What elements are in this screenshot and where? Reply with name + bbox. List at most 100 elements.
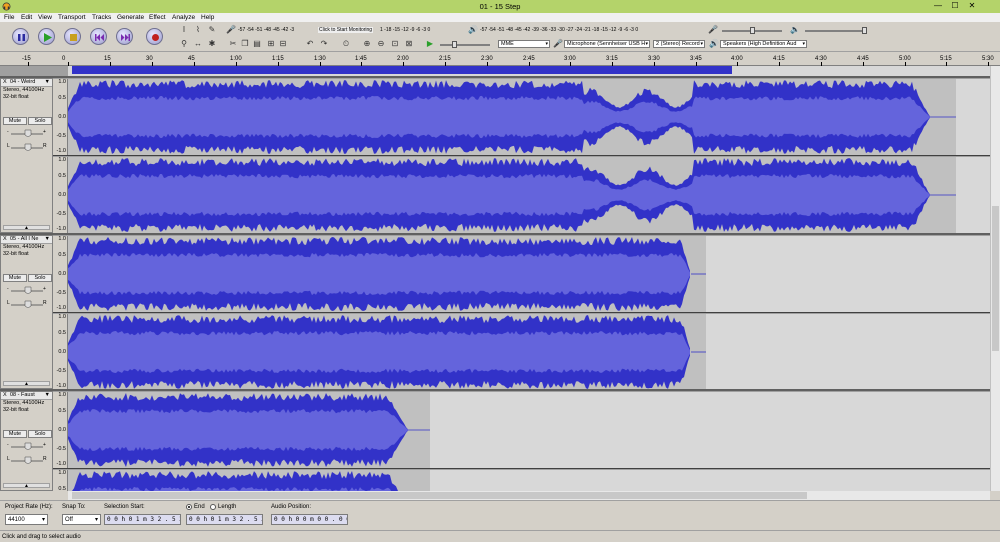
play-at-speed-icon[interactable]: ▶ [425, 39, 435, 49]
fit-selection-icon[interactable]: ⊡ [390, 39, 400, 49]
play-speed-slider[interactable] [452, 41, 457, 48]
paste-icon[interactable]: ▤ [252, 39, 262, 49]
silence-icon[interactable]: ⊟ [278, 39, 288, 49]
microphone-meter-icon[interactable]: 🎤 [226, 25, 236, 35]
pan-slider[interactable]: LR [7, 300, 47, 308]
track-header[interactable]: X 08 - Faust ▼ [1, 392, 52, 400]
end-radio[interactable] [186, 504, 192, 510]
stop-button[interactable] [64, 28, 81, 45]
menu-effect[interactable]: Effect [149, 14, 166, 21]
gain-slider[interactable]: - + [7, 442, 47, 450]
menu-file[interactable]: File [4, 14, 14, 21]
track-close-button[interactable]: X [3, 236, 7, 243]
length-radio[interactable] [210, 504, 216, 510]
track-menu-dropdown-icon[interactable]: ▼ [45, 236, 50, 243]
solo-button[interactable]: Solo [28, 274, 52, 282]
track-header[interactable]: X 05 - All I Ne ▼ [1, 236, 52, 244]
close-button[interactable]: ✕ [964, 0, 980, 13]
record-volume-slider[interactable] [750, 27, 755, 34]
skip-start-button[interactable] [90, 28, 107, 45]
menu-analyze[interactable]: Analyze [172, 14, 195, 21]
collapse-track-button[interactable]: ▲ [3, 225, 50, 231]
vertical-scrollbar[interactable] [990, 66, 1000, 491]
track-control-panel[interactable]: X 08 - Faust ▼ Stereo, 44100Hz 32-bit float M… [0, 391, 53, 491]
waveform-canvas[interactable] [68, 66, 990, 491]
amplitude-scale[interactable]: 1.00.50.0-0.5-1.0 [53, 470, 68, 491]
track-menu-dropdown-icon[interactable]: ▼ [45, 392, 50, 399]
track-name-button[interactable]: 04 - Weird [10, 79, 42, 86]
amplitude-scale[interactable]: 1.00.50.0-0.5-1.0 [53, 314, 68, 390]
solo-button[interactable]: Solo [28, 117, 52, 125]
redo-icon[interactable]: ↷ [319, 39, 329, 49]
envelope-tool-icon[interactable]: ⌇ [193, 25, 203, 35]
menu-transport[interactable]: Transport [58, 14, 86, 21]
end-radio-label[interactable]: End [194, 504, 205, 510]
track-close-button[interactable]: X [3, 79, 7, 86]
audio-position-field[interactable]: 0 0 h 0 0 m 0 0 . 0 0 0 s [271, 514, 348, 525]
multi-tool-icon[interactable]: ✱ [207, 39, 217, 49]
time-shift-tool-icon[interactable]: ↔ [193, 39, 203, 49]
gain-slider[interactable]: - + [7, 129, 47, 137]
amplitude-scale[interactable]: 1.00.50.0-0.5-1.0 [53, 236, 68, 312]
amplitude-scale[interactable]: 1.00.50.0-0.5-1.0 [53, 392, 68, 468]
track-name-button[interactable]: 08 - Faust [10, 392, 42, 399]
amplitude-scale[interactable]: 1.00.50.0-0.5-1.0 [53, 79, 68, 155]
menu-tracks[interactable]: Tracks [92, 14, 111, 21]
track-menu-dropdown-icon[interactable]: ▼ [45, 79, 50, 86]
speaker-meter-icon[interactable]: 🔊 [468, 25, 478, 35]
track-separator[interactable] [0, 389, 990, 391]
zoom-out-icon[interactable]: ⊖ [376, 39, 386, 49]
menu-view[interactable]: View [38, 14, 52, 21]
sync-lock-icon[interactable]: ⏲ [341, 39, 351, 49]
menu-edit[interactable]: Edit [21, 14, 32, 21]
gain-slider[interactable]: - + [7, 286, 47, 294]
timeline-ruler[interactable]: -15 0 15 30 45 1:00 1:15 1:30 1:45 2:00 2:15 2:30 2:… [0, 52, 1000, 66]
minimize-button[interactable]: — [930, 0, 946, 13]
track-name-button[interactable]: 05 - All I Ne [10, 236, 42, 243]
copy-icon[interactable]: ❐ [240, 39, 250, 49]
selection-start-field[interactable]: 0 0 h 0 1 m 3 2 . 5 3 4 s [104, 514, 181, 525]
menu-help[interactable]: Help [201, 14, 214, 21]
menu-generate[interactable]: Generate [117, 14, 144, 21]
record-button[interactable] [146, 28, 163, 45]
monitor-prompt[interactable]: Click to Start Monitoring [318, 27, 374, 33]
project-rate-select[interactable]: 44100 ▾ [5, 514, 48, 525]
collapse-track-button[interactable]: ▲ [3, 483, 50, 489]
vertical-scroll-thumb[interactable] [992, 206, 999, 351]
track-control-panel[interactable]: X 04 - Weird ▼ Stereo, 44100Hz 32-bit float M… [0, 78, 53, 233]
mute-button[interactable]: Mute [3, 274, 27, 282]
horizontal-scrollbar[interactable] [68, 491, 990, 500]
draw-tool-icon[interactable]: ✎ [207, 25, 217, 35]
length-radio-label[interactable]: Length [218, 504, 236, 510]
recording-channels-select[interactable]: 2 (Stereo) Record ▾ [653, 40, 705, 48]
undo-icon[interactable]: ↶ [305, 39, 315, 49]
mute-button[interactable]: Mute [3, 117, 27, 125]
track-control-panel[interactable]: X 05 - All I Ne ▼ Stereo, 44100Hz 32-bit flo… [0, 235, 53, 389]
playback-device-select[interactable]: Speakers (High Definition Aud ▾ [720, 40, 807, 48]
pan-slider[interactable]: LR [7, 456, 47, 464]
recording-device-select[interactable]: Microphone (Sennheiser USB H ▾ [564, 40, 650, 48]
skip-end-button[interactable] [116, 28, 133, 45]
zoom-tool-icon[interactable]: ⚲ [179, 39, 189, 49]
collapse-track-button[interactable]: ▲ [3, 381, 50, 387]
tracks-area[interactable]: X 04 - Weird ▼ Stereo, 44100Hz 32-bit float M… [0, 66, 990, 491]
audio-host-select[interactable]: MME ▾ [498, 40, 550, 48]
track-close-button[interactable]: X [3, 392, 7, 399]
mute-button[interactable]: Mute [3, 430, 27, 438]
track-separator[interactable] [0, 233, 990, 235]
maximize-button[interactable]: ☐ [947, 0, 963, 13]
zoom-in-icon[interactable]: ⊕ [362, 39, 372, 49]
track-separator[interactable] [0, 76, 990, 78]
trim-icon[interactable]: ⊞ [266, 39, 276, 49]
solo-button[interactable]: Solo [28, 430, 52, 438]
pause-button[interactable] [12, 28, 29, 45]
cut-icon[interactable]: ✂ [228, 39, 238, 49]
horizontal-scroll-thumb[interactable] [72, 492, 807, 499]
playback-volume-slider[interactable] [862, 27, 867, 34]
track-header[interactable]: X 04 - Weird ▼ [1, 79, 52, 87]
play-button[interactable] [38, 28, 55, 45]
selection-end-field[interactable]: 0 0 h 0 1 m 3 2 . 5 3 4 s [186, 514, 263, 525]
pan-slider[interactable]: LR [7, 143, 47, 151]
amplitude-scale[interactable]: 1.00.50.0-0.5-1.0 [53, 157, 68, 233]
snap-to-select[interactable]: Off ▾ [62, 514, 101, 525]
